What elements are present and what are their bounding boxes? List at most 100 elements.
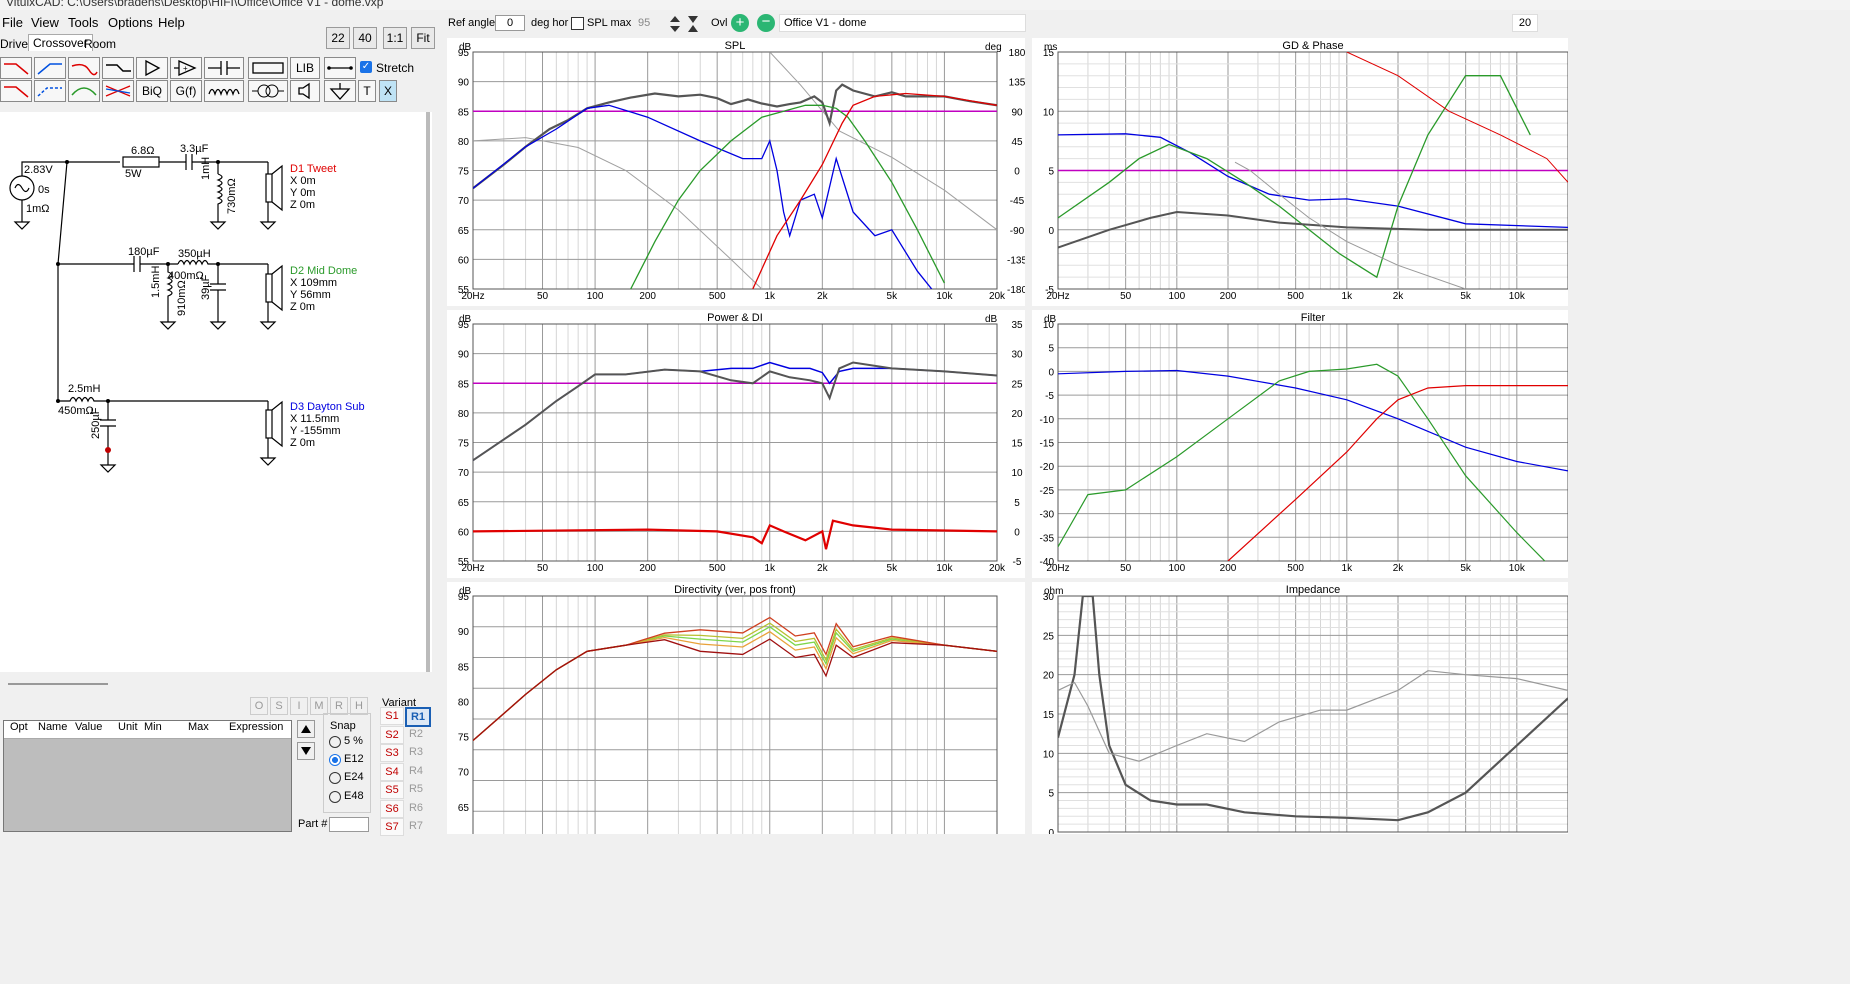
y-tick-label: 75 xyxy=(458,733,470,744)
variant-s2-button[interactable]: S2 xyxy=(380,725,404,744)
variant-r4-button[interactable]: R4 xyxy=(405,763,427,779)
stretch-checkbox[interactable]: ✓ xyxy=(360,61,372,73)
y2-tick-label: 135 xyxy=(1009,78,1025,89)
menu-options[interactable]: Options xyxy=(108,15,153,30)
zoom-fit-button[interactable]: Fit xyxy=(411,27,435,49)
window-title: VituixCAD: C:\Users\bradens\Desktop\HIFI… xyxy=(6,0,384,9)
driver-d2[interactable]: D2 Mid Dome X 109mm Y 56mm Z 0m xyxy=(290,265,357,313)
zoom-40-button[interactable]: 40 xyxy=(353,27,377,49)
x-button[interactable]: X xyxy=(379,80,397,102)
variant-r2-button[interactable]: R2 xyxy=(405,726,427,742)
r1-power: 5W xyxy=(125,168,142,180)
menu-view[interactable]: View xyxy=(31,15,59,30)
x-tick-label: 200 xyxy=(1220,563,1237,574)
biq-button[interactable]: BiQ xyxy=(136,80,168,102)
snap-e12-radio[interactable] xyxy=(329,754,341,766)
curve-group xyxy=(473,52,997,289)
driver-d2-name: D2 Mid Dome xyxy=(290,265,358,277)
directivity-curve xyxy=(473,630,997,741)
variant-r3-button[interactable]: R3 xyxy=(405,744,427,760)
speaker-icon[interactable] xyxy=(290,80,320,102)
tab-bar: Drivers Crossover Room xyxy=(0,34,320,52)
x-tick-label: 2k xyxy=(817,563,829,574)
part-number-input[interactable] xyxy=(329,817,369,832)
zoom-22-button[interactable]: 22 xyxy=(326,27,350,49)
y-tick-label: 20 xyxy=(1043,671,1055,682)
optimizer-table[interactable]: Opt Name Value Unit Min Max Expression xyxy=(3,720,292,832)
variant-r6-button[interactable]: R6 xyxy=(405,800,427,816)
highpass-icon[interactable] xyxy=(34,57,66,79)
ground-icon[interactable] xyxy=(324,80,356,102)
opt-s-button[interactable]: S xyxy=(270,697,288,715)
variant-r7-button[interactable]: R7 xyxy=(405,818,427,834)
shelf-icon[interactable] xyxy=(102,57,134,79)
power-di-panel[interactable]: Power & DI dB dB 95 90 85 80 75 70 65 60 55 35 30 25 20… xyxy=(447,310,1025,578)
menu-help[interactable]: Help xyxy=(158,15,185,30)
splitter-handle[interactable] xyxy=(8,683,108,685)
menu-tools[interactable]: Tools xyxy=(68,15,98,30)
mid-gd-curve xyxy=(1058,75,1531,279)
impedance-panel[interactable]: Impedance ohm 30 25 20 15 10 5 0 xyxy=(1032,582,1569,839)
variant-s4-button[interactable]: S4 xyxy=(380,762,404,781)
variant-r1-button[interactable]: R1 xyxy=(405,707,431,727)
variant-r5-button[interactable]: R5 xyxy=(405,781,427,797)
overlay-name-field[interactable]: Office V1 - dome xyxy=(779,14,1026,32)
y-tick-label: 95 xyxy=(458,48,470,59)
spl-max-checkbox[interactable] xyxy=(571,17,584,30)
part-label: Part # xyxy=(298,818,328,830)
y-tick-label: 10 xyxy=(1043,107,1055,118)
x-tick-label: 20k xyxy=(989,291,1006,302)
variant-s5-button[interactable]: S5 xyxy=(380,781,404,799)
move-up-button[interactable] xyxy=(297,720,315,738)
tab-room[interactable]: Room xyxy=(84,37,116,51)
filter-panel[interactable]: Filter dB 10 5 0 -5 -10 -15 -20 -25 -30 -35 -40 20Hz 5… xyxy=(1032,310,1569,578)
tab-crossover[interactable]: Crossover xyxy=(28,34,93,51)
schematic-canvas[interactable]: 2.83V 0s 1mΩ 6.8Ω 5W 3.3µF 1mH 730mΩ 180… xyxy=(0,112,432,672)
y-tick-label: -25 xyxy=(1040,486,1055,497)
variant-s7-button[interactable]: S7 xyxy=(380,818,404,836)
snap-5pct-radio[interactable] xyxy=(329,736,341,748)
remove-overlay-icon[interactable]: − xyxy=(757,14,775,32)
gf-button[interactable]: G(f) xyxy=(170,80,202,102)
capacitor-icon[interactable] xyxy=(204,57,244,79)
snap-e48-radio[interactable] xyxy=(329,791,341,803)
source-voltage: 2.83V xyxy=(24,164,53,176)
resistor-icon[interactable] xyxy=(248,57,288,79)
t-button[interactable]: T xyxy=(358,80,376,102)
notch-icon[interactable] xyxy=(102,80,134,102)
zoom-1-1-button[interactable]: 1:1 xyxy=(383,27,407,49)
wire-icon[interactable] xyxy=(324,57,356,79)
range-input[interactable]: 20 xyxy=(1512,14,1538,32)
variant-s1-button[interactable]: S1 xyxy=(380,707,404,725)
add-overlay-icon[interactable]: + xyxy=(731,14,749,32)
bandpass-icon[interactable] xyxy=(68,57,100,79)
spl-max-value[interactable]: 95 xyxy=(638,17,650,29)
menu-file[interactable]: File xyxy=(2,15,23,30)
peak-icon[interactable] xyxy=(68,80,100,102)
driver-d3[interactable]: D3 Dayton Sub X 11.5mm Y -155mm Z 0m xyxy=(290,401,365,449)
spin-up-down-icon[interactable] xyxy=(668,15,682,33)
variant-s3-button[interactable]: S3 xyxy=(380,744,404,762)
opt-i-button[interactable]: I xyxy=(290,697,308,715)
y-tick-label: 0 xyxy=(1048,367,1054,378)
inductor-icon[interactable] xyxy=(204,80,244,102)
highpass2-icon[interactable] xyxy=(34,80,66,102)
ref-angle-input[interactable]: 0 xyxy=(495,15,525,31)
variant-s6-button[interactable]: S6 xyxy=(380,799,404,818)
transformer-icon[interactable] xyxy=(248,80,288,102)
opt-o-button[interactable]: O xyxy=(250,697,268,715)
lowpass2-icon[interactable] xyxy=(0,80,32,102)
driver-d1[interactable]: D1 Tweet X 0m Y 0m Z 0m xyxy=(290,163,336,211)
buffer-icon[interactable] xyxy=(136,57,168,79)
opamp-icon[interactable]: + xyxy=(170,57,202,79)
directivity-panel[interactable]: Directivity (ver, pos front) dB 95 90 85 80 75… xyxy=(447,582,1025,849)
lowpass-icon[interactable] xyxy=(0,57,32,79)
gd-phase-panel[interactable]: GD & Phase ms 15 10 5 0 -5 20Hz 50 100 200 500 1k 2k 5… xyxy=(1032,38,1569,306)
lib-button[interactable]: LIB xyxy=(290,57,320,79)
snap-e24-radio[interactable] xyxy=(329,772,341,784)
spl-panel[interactable]: SPL dB deg 95 90 85 80 75 70 65 60 55 180 135 90 45 0 -45… xyxy=(447,38,1027,306)
move-down-button[interactable] xyxy=(297,742,315,760)
y2-tick-label: 10 xyxy=(1011,468,1023,479)
chart-title: Power & DI xyxy=(707,312,763,324)
spin-min-max-icon[interactable] xyxy=(686,15,700,33)
